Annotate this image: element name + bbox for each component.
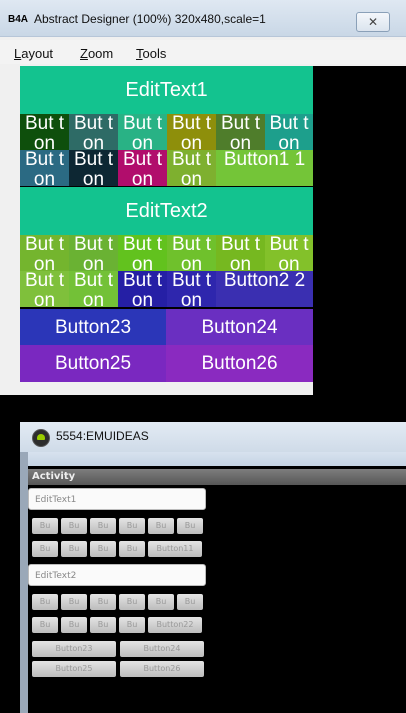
designer-left-margin <box>0 66 20 382</box>
designer-window-title: Abstract Designer (100%) 320x480,scale=1 <box>34 12 266 26</box>
row2-button-1[interactable]: But ton <box>20 150 69 186</box>
emu-row3-button-2[interactable]: Bu <box>61 594 87 610</box>
emu-row1-button-5[interactable]: Bu <box>148 518 174 534</box>
emu-row2-button-wide[interactable]: Button11 <box>148 541 202 557</box>
emu-button25[interactable]: Button25 <box>32 661 116 677</box>
emu-button24[interactable]: Button24 <box>120 641 204 657</box>
emu-button23[interactable]: Button23 <box>32 641 116 657</box>
row4-button-4[interactable]: But ton <box>167 271 216 307</box>
row4-button-1[interactable]: But ton <box>20 271 69 307</box>
b4a-app-icon: B4A <box>8 14 29 25</box>
menu-layout[interactable]: Layout <box>14 46 53 61</box>
emu-row1-button-4[interactable]: Bu <box>119 518 145 534</box>
row1-button-2[interactable]: But ton <box>69 114 118 150</box>
menu-zoom[interactable]: Zoom <box>80 46 113 61</box>
edittext2-view[interactable]: EditText2 <box>20 187 313 235</box>
emulator-title: 5554:EMUIDEAS <box>56 429 149 443</box>
emu-row3-button-3[interactable]: Bu <box>90 594 116 610</box>
row2-button-3[interactable]: But ton <box>118 150 167 186</box>
row4-button-5[interactable]: Button2 2 <box>216 271 313 307</box>
emu-row1-button-6[interactable]: Bu <box>177 518 203 534</box>
emu-row1-button-1[interactable]: Bu <box>32 518 58 534</box>
edittext1-view[interactable]: EditText1 <box>20 66 313 114</box>
row3-button-3[interactable]: But ton <box>118 235 167 271</box>
row1-button-4[interactable]: But ton <box>167 114 216 150</box>
android-icon <box>32 429 50 447</box>
row2-button-4[interactable]: But ton <box>167 150 216 186</box>
row1-button-5[interactable]: But ton <box>216 114 265 150</box>
emu-row4-button-2[interactable]: Bu <box>61 617 87 633</box>
emu-edittext1[interactable]: EditText1 <box>28 488 206 510</box>
button24-view[interactable]: Button24 <box>166 309 313 345</box>
row1-button-1[interactable]: But ton <box>20 114 69 150</box>
row4-button-2[interactable]: But ton <box>69 271 118 307</box>
row1-button-6[interactable]: But ton <box>265 114 313 150</box>
emu-row3-button-5[interactable]: Bu <box>148 594 174 610</box>
close-button[interactable]: ✕ <box>356 12 390 32</box>
row3-button-1[interactable]: But ton <box>20 235 69 271</box>
emu-row4-button-3[interactable]: Bu <box>90 617 116 633</box>
emu-row4-button-1[interactable]: Bu <box>32 617 58 633</box>
designer-bottom-margin <box>0 382 313 395</box>
row3-button-6[interactable]: But ton <box>265 235 313 271</box>
emulator-titlebar: 5554:EMUIDEAS <box>20 422 406 453</box>
emu-row2-button-2[interactable]: Bu <box>61 541 87 557</box>
row3-button-5[interactable]: But ton <box>216 235 265 271</box>
emu-row1-button-3[interactable]: Bu <box>90 518 116 534</box>
emu-row2-button-3[interactable]: Bu <box>90 541 116 557</box>
emu-row3-button-1[interactable]: Bu <box>32 594 58 610</box>
emu-row3-button-4[interactable]: Bu <box>119 594 145 610</box>
row2-button-2[interactable]: But ton <box>69 150 118 186</box>
menu-tools[interactable]: Tools <box>136 46 166 61</box>
emulator-side <box>20 452 28 713</box>
row3-button-2[interactable]: But ton <box>69 235 118 271</box>
emu-row2-button-4[interactable]: Bu <box>119 541 145 557</box>
emu-row3-button-6[interactable]: Bu <box>177 594 203 610</box>
emu-row4-button-wide[interactable]: Button22 <box>148 617 202 633</box>
emu-row2-button-1[interactable]: Bu <box>32 541 58 557</box>
row4-button-3[interactable]: But ton <box>118 271 167 307</box>
activity-title-bar: Activity <box>28 469 406 485</box>
emu-row4-button-4[interactable]: Bu <box>119 617 145 633</box>
emu-row1-button-2[interactable]: Bu <box>61 518 87 534</box>
row1-button-3[interactable]: But ton <box>118 114 167 150</box>
emu-edittext2[interactable]: EditText2 <box>28 564 206 586</box>
button26-view[interactable]: Button26 <box>166 345 313 382</box>
emu-button26[interactable]: Button26 <box>120 661 204 677</box>
row2-button-5[interactable]: Button1 1 <box>216 150 313 186</box>
button23-view[interactable]: Button23 <box>20 309 166 345</box>
designer-titlebar: B4A Abstract Designer (100%) 320x480,sca… <box>0 0 406 37</box>
menu-bar: Layout Zoom Tools <box>0 40 406 64</box>
activity-title: Activity <box>32 471 76 482</box>
row3-button-4[interactable]: But ton <box>167 235 216 271</box>
designer-canvas-outside <box>313 66 406 395</box>
button25-view[interactable]: Button25 <box>20 345 166 382</box>
